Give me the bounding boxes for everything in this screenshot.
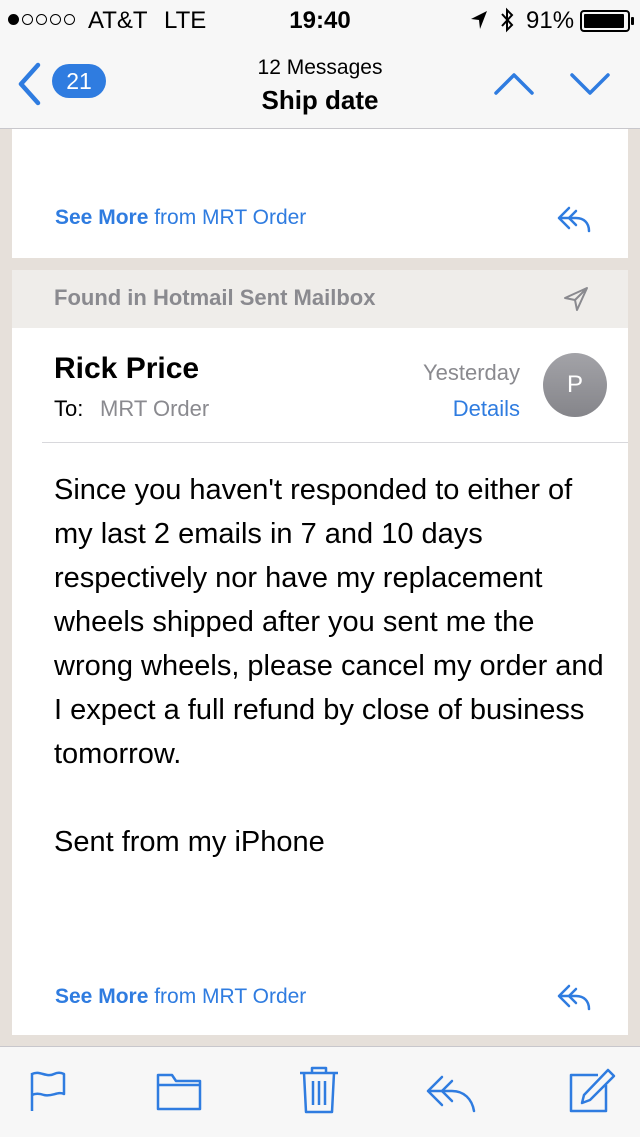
reply-icon[interactable]	[556, 205, 592, 233]
bluetooth-icon	[501, 7, 514, 33]
reply-icon[interactable]	[424, 1073, 478, 1113]
previous-message-card: See More from MRT Order	[12, 129, 628, 258]
compose-icon[interactable]	[568, 1067, 616, 1115]
message-date: Yesterday	[422, 360, 520, 385]
sender-name: Rick Price	[54, 352, 200, 385]
to-label: To:	[54, 396, 84, 421]
folder-icon[interactable]	[156, 1073, 202, 1111]
trash-icon[interactable]	[298, 1065, 340, 1115]
details-link[interactable]: Details	[453, 396, 520, 422]
message-body: Since you haven't responded to either of…	[54, 474, 604, 858]
bottom-toolbar	[0, 1046, 640, 1137]
sent-icon	[564, 287, 588, 311]
flag-icon[interactable]	[28, 1069, 68, 1113]
reply-icon[interactable]	[556, 983, 592, 1011]
see-more-link[interactable]: See More from MRT Order	[55, 206, 306, 230]
status-bar: AT&T LTE 19:40 91%	[0, 0, 640, 40]
sender-avatar[interactable]: P	[543, 353, 607, 417]
thread-subject: Ship date	[261, 85, 379, 115]
navigation-bar: 21 12 Messages Ship date	[0, 40, 640, 129]
previous-message-icon[interactable]	[494, 72, 534, 96]
message-count: 12 Messages	[257, 56, 383, 79]
message-card: Rick Price To: MRT Order Yesterday Detai…	[12, 328, 628, 1035]
battery-icon	[580, 10, 634, 32]
found-in-mailbox-banner: Found in Hotmail Sent Mailbox	[12, 270, 628, 328]
see-more-link[interactable]: See More from MRT Order	[55, 985, 306, 1009]
recipient-name[interactable]: MRT Order	[100, 396, 209, 422]
next-message-icon[interactable]	[570, 72, 610, 96]
battery-percent: 91%	[526, 7, 575, 34]
location-arrow-icon	[471, 11, 487, 29]
header-divider	[42, 442, 628, 443]
found-in-mailbox-text: Found in Hotmail Sent Mailbox	[54, 285, 376, 310]
